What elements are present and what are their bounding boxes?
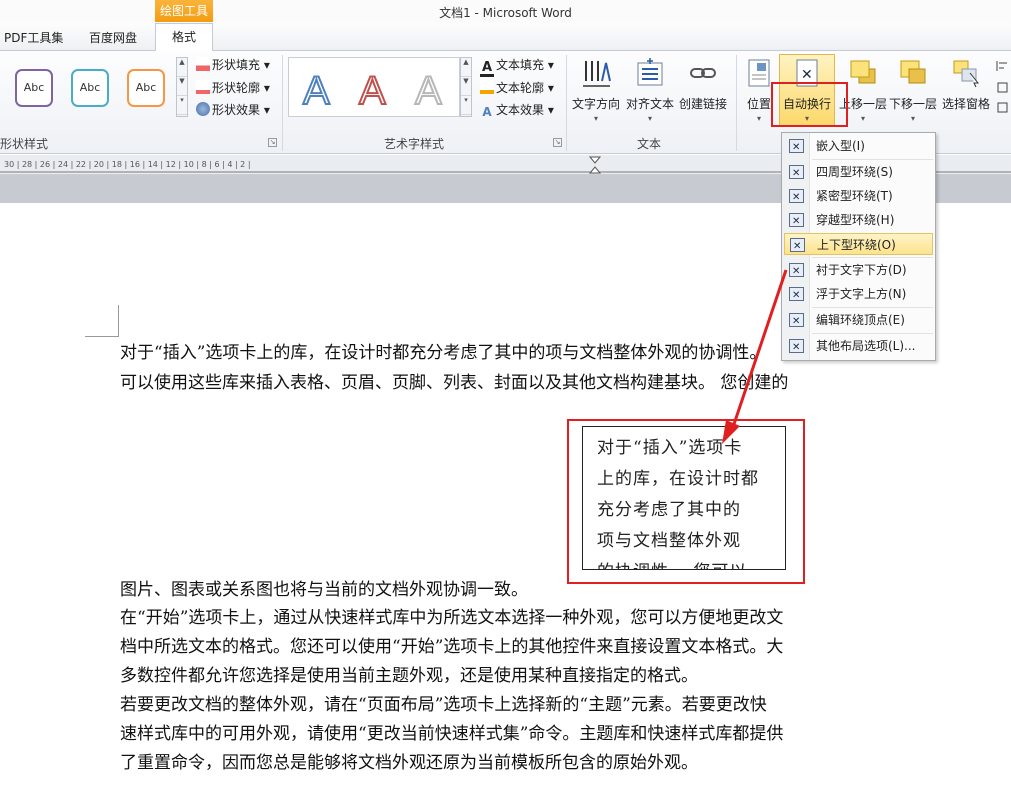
tab-pdf-tools[interactable]: PDF工具集 xyxy=(4,29,63,46)
group-separator xyxy=(566,55,567,151)
menu-item-square[interactable]: 四周型环绕(S) xyxy=(784,161,933,185)
pen-icon xyxy=(196,80,210,94)
svg-text:A: A xyxy=(359,69,386,113)
menu-item-behind-text[interactable]: 衬于文字下方(D) xyxy=(784,259,933,283)
text-effect-button[interactable]: A 文本效果 ▾ xyxy=(480,101,554,119)
para2-line1[interactable]: 在“开始”选项卡上，通过从快速样式库中为所选文本选择一种外观，您可以方便地更改文 xyxy=(120,603,895,633)
shape-fill-button[interactable]: 形状填充 ▾ xyxy=(196,56,270,73)
para1-line1[interactable]: 对于“插入”选项卡上的库，在设计时都充分考虑了其中的项与文档整体外观的协调性。 xyxy=(120,338,895,368)
svg-text:✕: ✕ xyxy=(801,67,813,83)
wrap-inline-icon xyxy=(789,137,804,159)
layout-options-icon xyxy=(789,337,804,359)
shape-style-orange[interactable]: Abc xyxy=(127,69,165,107)
first-line-indent-marker xyxy=(588,156,602,164)
svg-text:A: A xyxy=(303,69,330,113)
create-link-button[interactable]: 创建链接 xyxy=(676,55,730,131)
hanging-indent-marker xyxy=(588,166,602,174)
para3-line2[interactable]: 速样式库中的可用外观，请使用“更改当前快速样式集”命令。主题库和快速样式库都提供 xyxy=(120,719,895,749)
menu-separator xyxy=(812,307,933,308)
shape-effect-button[interactable]: 形状效果 ▾ xyxy=(196,101,270,118)
wrap-tight-icon xyxy=(789,187,804,209)
group-separator xyxy=(282,55,283,151)
menu-item-top-bottom[interactable]: 上下型环绕(O) xyxy=(784,233,933,258)
edit-wrap-points-icon xyxy=(789,311,804,333)
tab-format[interactable]: 格式 xyxy=(155,23,213,52)
annotation-highlight-box xyxy=(567,419,805,584)
shape-styles-launcher-icon[interactable]: ↘ xyxy=(268,138,277,147)
wrap-text-menu: 嵌入型(I) 四周型环绕(S) 紧密型环绕(T) 穿越型环绕(H) 上下型环绕(… xyxy=(781,132,936,361)
menu-separator xyxy=(812,333,933,334)
svg-text:A: A xyxy=(415,69,442,113)
window-title: 文档1 - Microsoft Word xyxy=(439,6,572,20)
menu-item-edit-wrap-points[interactable]: 编辑环绕顶点(E) xyxy=(784,309,933,333)
wordart-gallery-scroll[interactable]: ▲ ▼ ▾ xyxy=(460,57,472,117)
wrap-square-icon xyxy=(789,163,804,185)
text-direction-icon xyxy=(583,61,611,87)
ribbon-tab-bar: PDF工具集 百度网盘 xyxy=(0,23,1011,51)
wrap-in-front-icon xyxy=(789,285,804,307)
margin-corner-marker xyxy=(118,305,119,337)
shape-outline-button[interactable]: 形状轮廓 ▾ xyxy=(196,79,270,96)
align-objects-icon xyxy=(996,61,1008,113)
chain-link-icon xyxy=(690,68,716,78)
selection-pane-button[interactable]: 选择窗格 xyxy=(940,55,992,131)
menu-item-inline[interactable]: 嵌入型(I) xyxy=(784,135,933,159)
send-backward-icon xyxy=(900,60,926,84)
bring-forward-icon xyxy=(850,60,876,84)
wrap-top-bottom-icon xyxy=(790,236,805,258)
menu-item-more-layout-options[interactable]: 其他布局选项(L)... xyxy=(784,335,933,359)
shape-style-aqua[interactable]: Abc xyxy=(71,69,109,107)
shape-style-purple[interactable]: Abc xyxy=(15,69,53,107)
text-group-label: 文本 xyxy=(637,137,662,151)
para1-line2[interactable]: 可以使用这些库来插入表格、页眉、页脚、列表、封面以及其他文档构建基块。 您创建的 xyxy=(120,368,895,398)
shape-styles-group-label: 形状样式 xyxy=(0,137,49,151)
menu-item-through[interactable]: 穿越型环绕(H) xyxy=(784,209,933,233)
menu-separator xyxy=(812,159,933,160)
text-effect-icon: A xyxy=(482,105,492,119)
wrap-behind-icon xyxy=(789,261,804,283)
menu-item-in-front-of-text[interactable]: 浮于文字上方(N) xyxy=(784,283,933,307)
wordart-gallery[interactable]: A A A xyxy=(288,57,460,117)
wordart-launcher-icon[interactable]: ↘ xyxy=(553,138,562,147)
tab-baidu-pan[interactable]: 百度网盘 xyxy=(89,29,137,46)
menu-separator xyxy=(812,257,933,258)
text-fill-button[interactable]: A 文本填充 ▾ xyxy=(480,56,554,77)
wrap-through-icon xyxy=(789,211,804,233)
align-group-icons[interactable] xyxy=(995,57,1009,117)
send-backward-button[interactable]: 下移一层 ▾ xyxy=(888,55,938,131)
text-outline-button[interactable]: 文本轮廓 ▾ xyxy=(480,79,554,96)
selection-pane-icon xyxy=(953,60,980,88)
text-fill-icon: A xyxy=(480,60,494,77)
annotation-highlight-box xyxy=(771,82,848,127)
para1-line3[interactable]: 图片、图表或关系图也将与当前的文档外观协调一致。 xyxy=(120,575,895,605)
para2-line3[interactable]: 多数控件都允许您选择是使用当前主题外观，还是使用某种直接指定的格式。 xyxy=(120,661,895,691)
text-outline-icon xyxy=(480,80,494,94)
group-separator xyxy=(736,55,737,151)
text-direction-button[interactable]: 文字方向 ▾ xyxy=(570,55,622,131)
align-text-button[interactable]: 对齐文本 ▾ xyxy=(624,55,676,131)
title-bar: 绘图工具 文档1 - Microsoft Word xyxy=(0,0,1011,23)
shape-styles-gallery-scroll[interactable]: ▲ ▼ ▾ xyxy=(176,57,188,117)
wordart-samples-icon: A A A xyxy=(302,68,443,114)
align-text-icon xyxy=(637,58,663,86)
margin-corner-marker xyxy=(85,336,119,337)
para3-line1[interactable]: 若要更改文档的整体外观，请在“页面布局”选项卡上选择新的“主题”元素。若要更改快 xyxy=(120,690,895,720)
para3-line3[interactable]: 了重置命令，因而您总是能够将文档外观还原为当前模板所包含的原始外观。 xyxy=(120,748,895,778)
shape-effect-icon xyxy=(196,102,210,116)
paint-bucket-icon xyxy=(196,57,210,71)
para2-line2[interactable]: 档中所选文本的格式。您还可以使用“开始”选项卡上的其他控件来直接设置文本格式。大 xyxy=(120,632,895,662)
menu-item-tight[interactable]: 紧密型环绕(T) xyxy=(784,185,933,209)
wordart-group-label: 艺术字样式 xyxy=(384,137,445,151)
